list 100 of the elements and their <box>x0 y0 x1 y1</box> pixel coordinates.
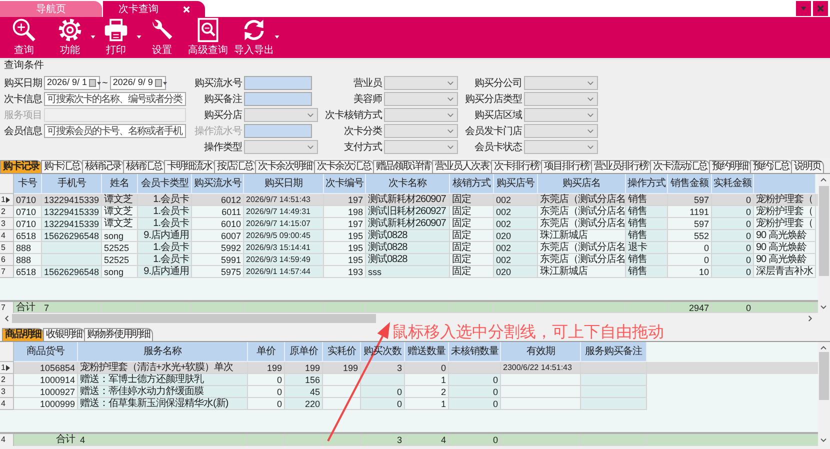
header-cell[interactable]: 商品货号 <box>14 342 78 362</box>
header-cell[interactable]: 次卡名称 <box>366 174 450 194</box>
header-cell[interactable]: 购买店名 <box>538 174 626 194</box>
header-cell[interactable]: 原单价 <box>285 342 323 362</box>
field-label: 操作流水号 <box>194 124 242 138</box>
tab[interactable]: 次卡查询 <box>103 1 205 17</box>
tab[interactable]: 项目排行榜 <box>541 160 592 173</box>
header-cell[interactable]: 会员卡类型 <box>138 174 192 194</box>
tab[interactable]: 购卡汇总 <box>41 160 83 173</box>
table-cell: 6518 <box>14 266 42 278</box>
table-cell: 销售 <box>626 218 668 230</box>
table-cell: 1000999 <box>14 398 78 410</box>
field-label: 购买店区域 <box>474 108 522 122</box>
table-cell: 合计 <box>14 434 78 446</box>
tab[interactable]: 营业员人次表 <box>432 160 492 173</box>
table-cell: 2026/9/7 14:49:31 <box>244 206 324 218</box>
field-label: 购买分公司 <box>474 76 522 90</box>
table-cell: 0710 <box>14 218 42 230</box>
table-cell: 销售 <box>626 230 668 242</box>
table-cell: 0 <box>712 206 754 218</box>
tab[interactable]: 商品明细 <box>2 328 44 341</box>
table-cell: 020 <box>494 266 538 278</box>
input-field[interactable]: 可搜索会员的卡号、名称或者手机 <box>44 124 186 138</box>
header-cell[interactable]: 销售金额 <box>668 174 712 194</box>
table-cell: 1 <box>405 398 449 410</box>
header-cell[interactable]: 购买日期 <box>244 174 324 194</box>
tab[interactable]: 预约汇总 <box>750 160 792 173</box>
tab[interactable]: 购物券使用明细 <box>84 328 153 341</box>
table-cell: 0 <box>361 386 405 398</box>
header-cell[interactable]: 手机号 <box>42 174 102 194</box>
toolbar-button[interactable]: 设置 <box>144 17 180 57</box>
table-cell: 10 <box>668 266 712 278</box>
table-cell: 1000914 <box>14 374 78 386</box>
header-cell[interactable]: 姓名 <box>102 174 138 194</box>
table-cell: 1.会员卡 <box>138 218 192 230</box>
row-number: 4 <box>1 434 6 446</box>
table-cell: 15626296548 <box>42 266 102 278</box>
header-cell[interactable]: 未核销数量 <box>449 342 501 362</box>
tab[interactable]: 次卡余次汇总 <box>314 160 374 173</box>
row-number: 5 <box>1 242 6 254</box>
row-number: 3 <box>1 386 6 398</box>
date-field[interactable]: 2026/ 9/ 9 <box>110 76 166 90</box>
table-cell: 测试0828 <box>366 254 450 266</box>
tab[interactable]: 购卡记录 <box>0 160 42 173</box>
table-cell: 1 <box>405 374 449 386</box>
row-number: 4 <box>1 398 6 410</box>
table-cell: 6011 <box>192 206 244 218</box>
date-field[interactable]: 2026/ 9/ 1 <box>44 76 100 90</box>
table-cell: 1.会员卡 <box>138 242 192 254</box>
table-cell: 0 <box>248 398 285 410</box>
header-cell[interactable]: 单价 <box>248 342 285 362</box>
header-cell[interactable]: 有效期 <box>501 342 581 362</box>
table-cell: 0 <box>449 398 501 410</box>
table-cell: 888 <box>14 254 42 266</box>
header-cell[interactable]: 实耗金额 <box>712 174 754 194</box>
tab[interactable]: 说明页 <box>791 160 824 173</box>
tab[interactable]: 核销记录 <box>82 160 124 173</box>
table-cell: 020 <box>494 230 538 242</box>
table-cell: 552 <box>668 230 712 242</box>
tab[interactable]: 次卡余次明细 <box>255 160 315 173</box>
tab[interactable]: 卡明细流水 <box>164 160 215 173</box>
table-cell: 002 <box>494 254 538 266</box>
field-label: 次卡核销方式 <box>324 108 382 122</box>
header-cell[interactable]: 服务购买备注 <box>581 342 647 362</box>
tab[interactable]: 收银明细 <box>43 328 85 341</box>
tab[interactable]: 次卡排行榜 <box>491 160 542 173</box>
header-cell[interactable]: 实耗价 <box>323 342 361 362</box>
header-cell[interactable]: 核销方式 <box>450 174 494 194</box>
field-label: 购买分店 <box>203 108 242 122</box>
header-cell[interactable]: 卡号 <box>14 174 42 194</box>
header-cell[interactable]: 操作方式 <box>626 174 668 194</box>
tab[interactable]: 次卡流动汇总 <box>650 160 710 173</box>
table-cell: 销售 <box>626 206 668 218</box>
tab[interactable]: 营业员排行榜 <box>591 160 651 173</box>
table-cell: 6518 <box>14 230 42 242</box>
field-label: 操作类型 <box>203 140 242 154</box>
header-cell[interactable]: 赠送数量 <box>405 342 449 362</box>
header-cell[interactable]: 购买流水号 <box>192 174 244 194</box>
toolbar-button[interactable]: 查询 <box>6 17 42 57</box>
input-field[interactable]: 可搜索次卡的名称、编号或者分类 <box>44 92 186 106</box>
header-cell[interactable]: 购买店号 <box>494 174 538 194</box>
table-cell: sss <box>366 266 450 278</box>
tab[interactable]: 预约明细 <box>709 160 751 173</box>
table-cell: 0 <box>405 362 449 374</box>
toolbar-button[interactable]: 导入导出 <box>236 17 272 57</box>
header-cell[interactable]: 服务名称 <box>78 342 248 362</box>
table-cell: 0 <box>712 194 754 206</box>
tab[interactable]: 核销汇总 <box>123 160 165 173</box>
field-label: 会员卡状态 <box>474 140 522 154</box>
field-label: 购买日期 <box>4 76 42 90</box>
header-cell[interactable]: 次卡编号 <box>324 174 366 194</box>
toolbar-button[interactable]: 功能 <box>52 17 88 57</box>
field-label: 会员发卡门店 <box>464 124 522 138</box>
tab[interactable]: 赠品领取详情 <box>373 160 433 173</box>
tab[interactable]: 按店汇总 <box>214 160 256 173</box>
toolbar-button[interactable]: 高级查询 <box>190 17 226 57</box>
table-cell: 13229415339 <box>42 218 102 230</box>
field-label: 营业员 <box>352 76 382 90</box>
toolbar-button[interactable]: 打印 <box>98 17 134 57</box>
section-title: 查询条件 <box>3 60 44 72</box>
